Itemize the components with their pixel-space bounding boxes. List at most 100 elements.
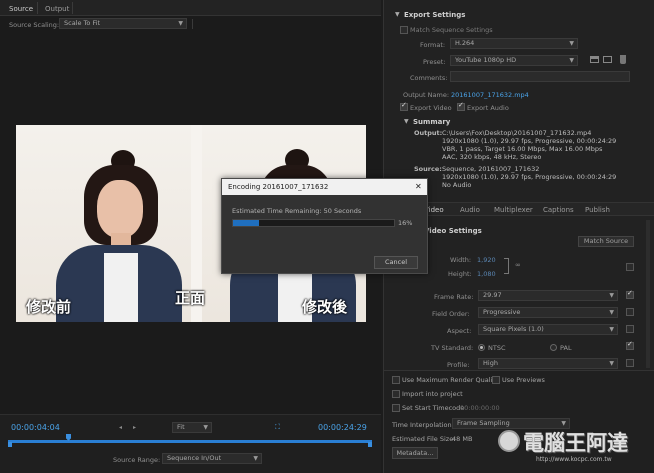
aspect-dropdown[interactable]: Square Pixels (1.0) ▼	[478, 324, 618, 335]
shirt-left	[104, 253, 138, 322]
use-previews-checkbox[interactable]	[492, 376, 500, 384]
aspect-value: Square Pixels (1.0)	[483, 325, 544, 333]
time-remaining: Estimated Time Remaining: 50 Seconds	[232, 207, 362, 215]
fit-dropdown[interactable]: Fit ▼	[172, 422, 212, 433]
out-point-marker[interactable]	[368, 442, 372, 447]
tv-standard-checkbox[interactable]	[626, 340, 634, 350]
summary-source-label: Source:	[414, 165, 442, 173]
frame-rate-checkbox[interactable]	[626, 289, 634, 299]
cancel-button[interactable]: Cancel	[374, 256, 418, 269]
aspect-lock-bracket	[504, 258, 509, 274]
mark-out-icon[interactable]: ▸	[133, 424, 136, 431]
summary-output-line: C:\Users\Fox\Desktop\20161007_171632.mp4	[442, 129, 592, 137]
match-sequence-checkbox[interactable]	[400, 26, 408, 34]
tab-source[interactable]: Source	[9, 5, 33, 13]
frame-rate-label: Frame Rate:	[434, 293, 474, 301]
profile-dropdown[interactable]: High ▼	[478, 358, 618, 369]
profile-label: Profile:	[447, 361, 470, 369]
export-audio-label: Export Audio	[467, 104, 509, 112]
set-start-tc-checkbox[interactable]	[392, 404, 400, 412]
summary-source-line: 1920x1080 (1.0), 29.97 fps, Progressive,…	[442, 173, 617, 181]
chevron-down-icon: ▼	[569, 40, 574, 47]
ntsc-label: NTSC	[488, 344, 506, 352]
import-project-checkbox[interactable]	[392, 390, 400, 398]
frame-rate-dropdown[interactable]: 29.97 ▼	[478, 290, 618, 301]
chevron-down-icon: ▼	[253, 455, 258, 462]
tab-captions[interactable]: Captions	[543, 206, 574, 214]
preset-dropdown[interactable]: YouTube 1080p HD ▼	[450, 55, 578, 66]
width-label: Width:	[450, 256, 472, 264]
tab-publish[interactable]: Publish	[585, 206, 610, 214]
link-icon[interactable]: ∞	[515, 261, 521, 269]
width-value[interactable]: 1,920	[477, 256, 496, 264]
expand-arrow-icon[interactable]: ▼	[395, 11, 400, 18]
save-preset-icon[interactable]	[590, 56, 599, 63]
output-name-value[interactable]: 20161007_171632.mp4	[451, 91, 529, 99]
ntsc-radio[interactable]	[478, 344, 485, 351]
progress-fill	[233, 220, 259, 226]
dialog-title: Encoding 20161007_171632	[228, 183, 329, 191]
match-source-button[interactable]: Match Source	[578, 236, 634, 247]
max-render-label: Use Maximum Render Quality	[402, 376, 499, 384]
export-settings-header: Export Settings	[404, 11, 466, 19]
in-point-marker[interactable]	[8, 442, 12, 447]
tab-audio[interactable]: Audio	[460, 206, 480, 214]
pal-label: PAL	[560, 344, 572, 352]
toolbar-divider	[192, 19, 193, 29]
fit-value: Fit	[177, 423, 185, 431]
import-preset-icon[interactable]	[603, 56, 612, 63]
radio-dot	[480, 346, 483, 349]
summary-output-line: AAC, 320 kbps, 48 kHz, Stereo	[442, 153, 542, 161]
crop-icon[interactable]: ⛶	[275, 423, 280, 432]
set-start-tc-label: Set Start Timecode	[402, 404, 465, 412]
timeline-track[interactable]	[8, 440, 372, 443]
max-render-checkbox[interactable]	[392, 376, 400, 384]
metadata-button[interactable]: Metadata...	[392, 447, 438, 459]
field-order-checkbox[interactable]	[626, 308, 634, 316]
frame-rate-value: 29.97	[483, 291, 502, 299]
source-range-dropdown[interactable]: Sequence In/Out ▼	[162, 453, 262, 464]
watermark-logo-icon	[498, 430, 520, 452]
tab-multiplexer[interactable]: Multiplexer	[494, 206, 533, 214]
height-label: Height:	[448, 270, 472, 278]
est-size-label: Estimated File Size:	[392, 435, 456, 443]
width-override-checkbox[interactable]	[626, 263, 634, 271]
export-audio-checkbox[interactable]	[457, 101, 465, 111]
comments-field[interactable]	[450, 71, 630, 82]
summary-output-label: Output:	[414, 129, 443, 137]
comments-label: Comments:	[410, 74, 448, 82]
mark-in-icon[interactable]: ◂	[119, 424, 122, 431]
profile-checkbox[interactable]	[626, 359, 634, 367]
caption-after: 修改後	[302, 298, 348, 316]
delete-preset-icon[interactable]	[620, 55, 626, 64]
field-order-dropdown[interactable]: Progressive ▼	[478, 307, 618, 318]
source-scaling-value: Scale To Fit	[64, 19, 101, 27]
settings-scrollbar[interactable]	[646, 220, 650, 368]
summary-expand-icon[interactable]: ▼	[404, 118, 409, 125]
start-tc-value[interactable]: 00:00:00:00	[460, 404, 500, 412]
export-video-checkbox[interactable]	[400, 101, 408, 111]
close-icon[interactable]: ✕	[415, 182, 422, 191]
source-scaling-dropdown[interactable]: Scale To Fit ▼	[59, 18, 187, 29]
pal-radio[interactable]	[550, 344, 557, 351]
tab-output[interactable]: Output	[45, 5, 69, 13]
format-value: H.264	[455, 39, 475, 47]
chevron-down-icon: ▼	[178, 20, 183, 27]
aspect-checkbox[interactable]	[626, 325, 634, 333]
est-size-value: 48 MB	[452, 435, 473, 443]
use-previews-label: Use Previews	[502, 376, 545, 384]
height-value[interactable]: 1,080	[477, 270, 496, 278]
chevron-down-icon: ▼	[609, 360, 614, 367]
export-video-label: Export Video	[410, 104, 452, 112]
chevron-down-icon: ▼	[203, 424, 208, 431]
summary-header: Summary	[413, 118, 451, 126]
format-dropdown[interactable]: H.264 ▼	[450, 38, 578, 49]
time-interp-value: Frame Sampling	[457, 419, 510, 427]
summary-output-line: 1920x1080 (1.0), 29.97 fps, Progressive,…	[442, 137, 617, 145]
output-name-label: Output Name:	[403, 91, 450, 99]
watermark-text: 電腦王阿達	[523, 431, 628, 455]
format-label: Format:	[420, 41, 446, 49]
tab-divider	[72, 2, 73, 14]
import-project-label: Import into project	[402, 390, 463, 398]
timecode-start: 00:00:04:04	[11, 423, 60, 432]
